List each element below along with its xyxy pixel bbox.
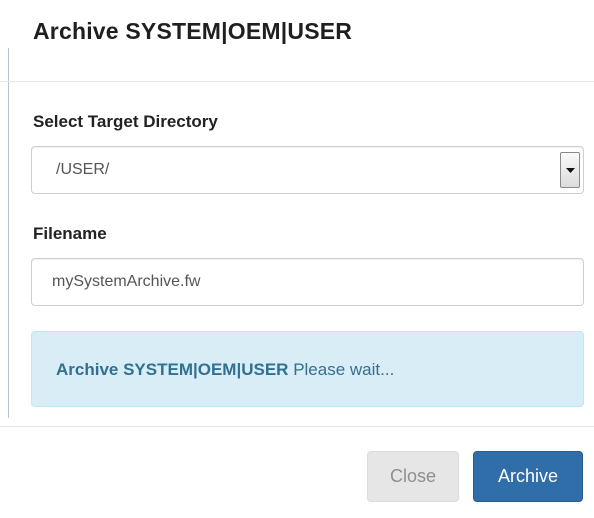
status-alert: Archive SYSTEM|OEM|USER Please wait... (31, 331, 584, 407)
filename-input[interactable] (31, 258, 584, 306)
directory-label: Select Target Directory (33, 112, 218, 131)
status-message: Archive SYSTEM|OEM|USER Please wait... (56, 360, 394, 380)
status-message-rest: Please wait... (288, 360, 395, 379)
close-button[interactable]: Close (367, 451, 459, 502)
dropdown-toggle[interactable] (560, 152, 580, 188)
dialog-header: Archive SYSTEM|OEM|USER (0, 0, 594, 82)
filename-label: Filename (33, 224, 107, 243)
directory-select[interactable]: /USER/ (31, 146, 584, 194)
archive-dialog: Archive SYSTEM|OEM|USER Select Target Di… (0, 0, 594, 518)
archive-button[interactable]: Archive (473, 451, 583, 502)
dialog-left-border (8, 48, 9, 418)
directory-select-value: /USER/ (56, 161, 110, 178)
status-message-strong: Archive SYSTEM|OEM|USER (56, 360, 289, 379)
dialog-title: Archive SYSTEM|OEM|USER (33, 18, 353, 44)
chevron-down-icon (566, 168, 575, 173)
